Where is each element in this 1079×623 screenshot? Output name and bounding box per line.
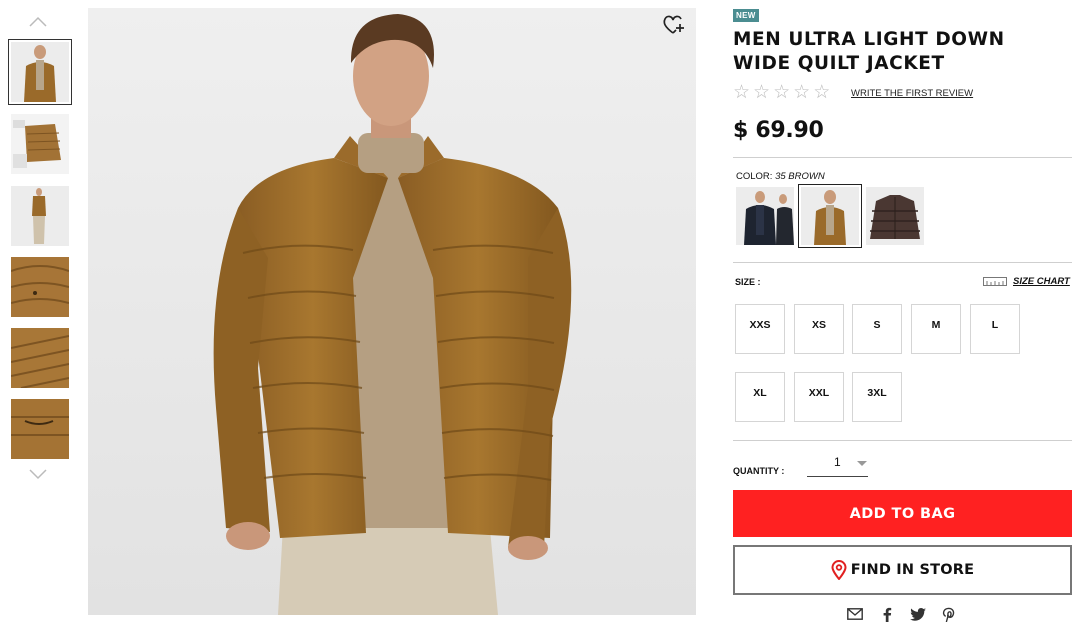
main-product-image: [88, 8, 696, 615]
size-option-xxs[interactable]: XXS: [735, 304, 785, 354]
star-icon: ☆: [753, 82, 771, 103]
thumbnail-6[interactable]: [11, 399, 69, 459]
divider: [733, 157, 1072, 158]
selected-color-name: 35 BROWN: [775, 171, 825, 182]
size-option-m[interactable]: M: [911, 304, 961, 354]
write-review-link[interactable]: WRITE THE FIRST REVIEW: [851, 88, 973, 99]
size-option-l[interactable]: L: [970, 304, 1020, 354]
color-swatch-dark-brown[interactable]: [866, 187, 924, 245]
size-option-s[interactable]: S: [852, 304, 902, 354]
share-facebook[interactable]: [878, 606, 896, 622]
share-pinterest[interactable]: [939, 606, 957, 622]
divider: [733, 262, 1072, 263]
star-icon: ☆: [793, 82, 811, 103]
size-option-xxl[interactable]: XXL: [794, 372, 844, 422]
share-email[interactable]: [846, 606, 864, 622]
facebook-icon: [883, 607, 892, 622]
size-option-xs[interactable]: XS: [794, 304, 844, 354]
chevron-down-icon: [29, 469, 47, 480]
thumbnail-5[interactable]: [11, 328, 69, 388]
find-in-store-label: FIND IN STORE: [850, 562, 975, 578]
thumbnail-down-arrow[interactable]: [28, 468, 48, 482]
rating-stars: ☆ ☆ ☆ ☆ ☆: [733, 82, 831, 103]
star-icon: ☆: [813, 82, 831, 103]
divider: [733, 440, 1072, 441]
color-label: COLOR: 35 BROWN: [736, 171, 825, 182]
star-icon: ☆: [773, 82, 791, 103]
color-swatch-black[interactable]: [736, 187, 794, 245]
thumbnail-2[interactable]: [11, 114, 69, 174]
quantity-select[interactable]: 1: [807, 452, 868, 477]
quantity-label: QUANTITY :: [733, 466, 785, 476]
color-label-text: COLOR:: [736, 171, 773, 182]
thumbnail-1[interactable]: [8, 39, 72, 105]
share-twitter[interactable]: [909, 606, 927, 622]
thumbnail-4[interactable]: [11, 257, 69, 317]
size-chart-label: SIZE CHART: [1013, 275, 1070, 287]
size-option-xl[interactable]: XL: [735, 372, 785, 422]
size-chart-link[interactable]: SIZE CHART: [983, 275, 1070, 287]
size-label: SIZE :: [735, 277, 761, 287]
wishlist-heart-plus-icon: [663, 15, 684, 34]
find-in-store-button[interactable]: FIND IN STORE: [733, 545, 1072, 595]
twitter-icon: [910, 607, 926, 621]
wishlist-button[interactable]: [662, 14, 688, 38]
ruler-icon: [983, 277, 1007, 286]
chevron-down-icon: [857, 461, 867, 466]
thumbnail-up-arrow[interactable]: [28, 14, 48, 28]
thumbnail-3[interactable]: [11, 186, 69, 246]
product-price: $ 69.90: [733, 118, 824, 143]
size-option-3xl[interactable]: 3XL: [852, 372, 902, 422]
add-to-bag-button[interactable]: ADD TO BAG: [733, 490, 1072, 537]
quantity-value: 1: [834, 455, 841, 469]
chevron-up-icon: [29, 16, 47, 27]
pinterest-icon: [942, 607, 954, 622]
color-swatch-brown[interactable]: [798, 184, 862, 248]
email-icon: [847, 608, 863, 620]
star-icon: ☆: [733, 82, 751, 103]
product-title: MEN ULTRA LIGHT DOWN WIDE QUILT JACKET: [733, 29, 1005, 74]
new-badge: NEW: [733, 9, 759, 22]
map-pin-icon: [831, 560, 847, 580]
